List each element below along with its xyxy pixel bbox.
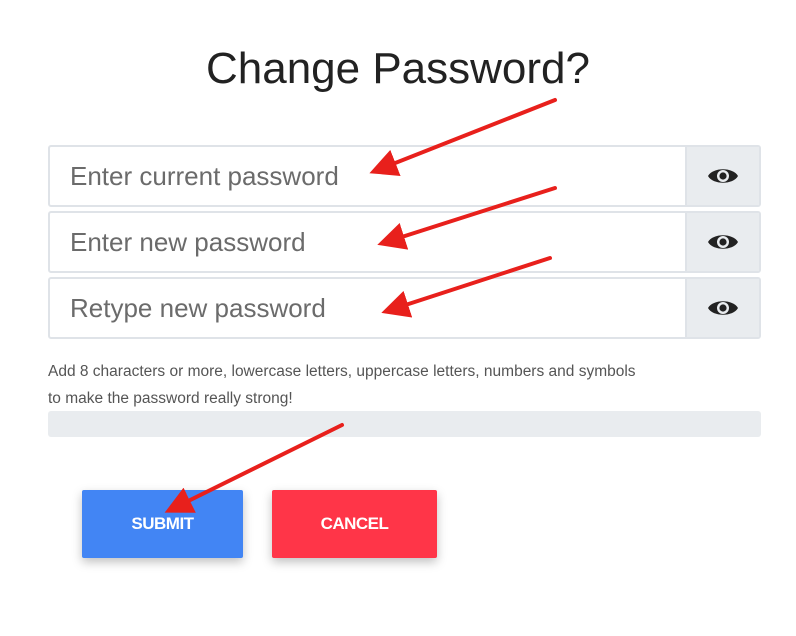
submit-button[interactable]: SUBMIT xyxy=(82,490,243,558)
eye-icon xyxy=(708,235,738,249)
retype-password-field xyxy=(48,277,761,339)
password-hint-line-1: Add 8 characters or more, lowercase lett… xyxy=(48,363,636,380)
eye-icon xyxy=(708,301,738,315)
current-password-field xyxy=(48,145,761,207)
current-password-input[interactable] xyxy=(50,147,685,205)
password-strength-bar xyxy=(48,411,761,437)
cancel-button[interactable]: CANCEL xyxy=(272,490,437,558)
toggle-new-password-button[interactable] xyxy=(685,213,759,271)
page-title: Change Password? xyxy=(205,44,590,93)
retype-password-input[interactable] xyxy=(50,279,685,337)
toggle-retype-password-button[interactable] xyxy=(685,279,759,337)
eye-icon xyxy=(708,169,738,183)
new-password-input[interactable] xyxy=(50,213,685,271)
password-hint: Add 8 characters or more, lowercase lett… xyxy=(48,358,768,412)
new-password-field xyxy=(48,211,761,273)
toggle-current-password-button[interactable] xyxy=(685,147,759,205)
password-hint-line-2: to make the password really strong! xyxy=(48,390,293,407)
change-password-form: Change Password? Add 8 characters or mor… xyxy=(0,0,796,636)
